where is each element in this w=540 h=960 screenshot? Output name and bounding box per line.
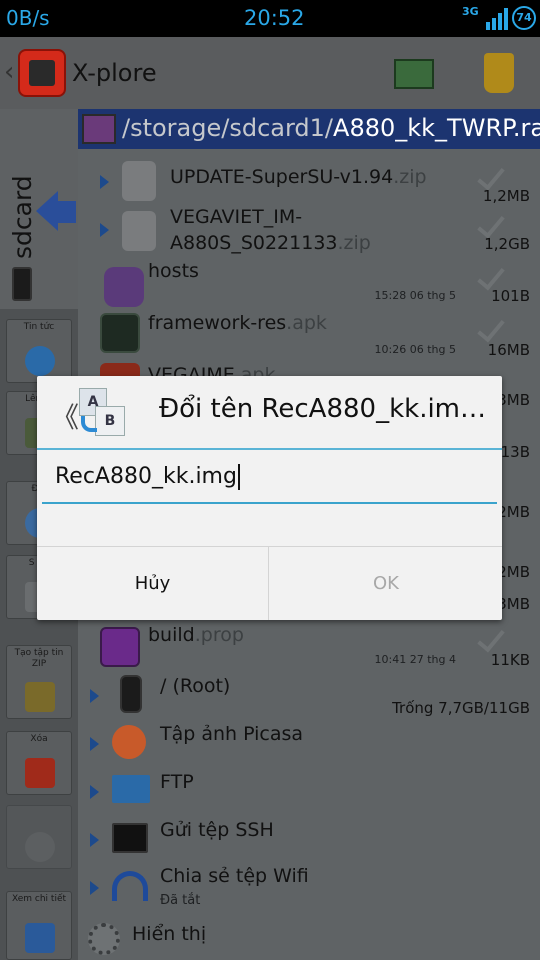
location-root[interactable]: / (Root) Trống 7,7GB/11GB [78, 671, 540, 719]
expand-arrow-icon[interactable] [90, 689, 99, 703]
network-type: 3G [462, 5, 479, 18]
status-bar: 0B/s 20:52 3G 74 [0, 0, 540, 37]
disabled-button [6, 805, 72, 869]
location-picasa[interactable]: Tập ảnh Picasa [78, 719, 540, 767]
list-item[interactable]: UPDATE-SuperSU-v1.94.zip 1,2MB [78, 159, 540, 207]
zip-file-icon [122, 211, 156, 251]
terminal-icon [112, 823, 148, 853]
expand-arrow-icon[interactable] [100, 223, 109, 237]
signal-icon [486, 8, 510, 30]
expand-arrow-icon[interactable] [90, 833, 99, 847]
list-item[interactable]: hosts 15:28 06 thg 5 101B [78, 259, 540, 309]
expand-arrow-icon[interactable] [90, 737, 99, 751]
expand-arrow-icon[interactable] [100, 175, 109, 189]
beer-mug-icon[interactable] [484, 53, 514, 93]
check-icon[interactable] [477, 313, 505, 343]
zip-file-icon [122, 161, 156, 201]
question-icon [25, 923, 55, 953]
list-item[interactable]: build.prop 10:41 27 thg 4 11KB [78, 621, 540, 671]
gear-icon [88, 923, 120, 955]
path-text: /storage/sdcard1/A880_kk_TWRP.rar [122, 114, 540, 142]
list-item[interactable]: framework-res.apk 10:26 06 thg 5 16MB [78, 309, 540, 361]
dialog-header: 《 A B Đổi tên RecA880_kk.im… [37, 376, 502, 450]
cancel-button[interactable]: Hủy [37, 547, 269, 620]
phone-icon [12, 267, 32, 301]
disabled-icon [25, 832, 55, 862]
rename-dialog: 《 A B Đổi tên RecA880_kk.im… RecA880_kk.… [37, 376, 502, 620]
app-logo-icon[interactable] [18, 49, 66, 97]
arrow-left-icon [36, 191, 58, 231]
puzzle-icon [104, 267, 144, 307]
rar-archive-icon [82, 114, 116, 144]
dialog-buttons: Hủy OK [37, 546, 502, 620]
trash-icon [25, 758, 55, 788]
computer-icon [112, 775, 150, 803]
zip-icon [25, 682, 55, 712]
location-ssh[interactable]: Gửi tệp SSH [78, 815, 540, 863]
list-item[interactable]: VEGAVIET_IM- A880S_S0221133.zip 1,2GB [78, 205, 540, 259]
details-button[interactable]: Xem chi tiết [6, 891, 72, 960]
location-ftp[interactable]: FTP [78, 767, 540, 815]
phone-icon [120, 675, 142, 713]
sdcard-tab-label: sdcard [8, 175, 37, 259]
info-icon [25, 346, 55, 376]
dialog-back-icon[interactable]: 《 [51, 396, 79, 436]
clock: 20:52 [244, 6, 305, 30]
news-button[interactable]: Tin tức [6, 319, 72, 383]
filename-input[interactable]: RecA880_kk.img [42, 464, 497, 504]
back-chevron-icon[interactable]: ‹ [4, 57, 14, 87]
prop-file-icon [100, 627, 140, 667]
wifi-icon [112, 871, 148, 901]
ok-button[interactable]: OK [270, 547, 502, 620]
rename-ab-icon: A B [79, 388, 127, 438]
expand-arrow-icon[interactable] [90, 785, 99, 799]
app-title: X-plore [72, 59, 157, 87]
expand-arrow-icon[interactable] [90, 881, 99, 895]
create-zip-button[interactable]: Tạo tập tin ZIP [6, 645, 72, 719]
check-icon[interactable] [477, 623, 505, 653]
battery-icon: 74 [512, 6, 536, 30]
sdcard-tab[interactable]: sdcard [0, 109, 78, 309]
network-computer-icon[interactable] [394, 59, 434, 89]
delete-button[interactable]: Xóa [6, 731, 72, 795]
text-caret [237, 464, 240, 490]
path-bar[interactable]: /storage/sdcard1/A880_kk_TWRP.rar [78, 109, 540, 149]
picasa-icon [112, 725, 146, 759]
location-display[interactable]: Hiển thị [78, 917, 540, 960]
action-bar: ‹ X-plore [0, 37, 540, 109]
network-speed: 0B/s [6, 6, 50, 30]
android-app-icon [100, 313, 140, 353]
dialog-title: Đổi tên RecA880_kk.im… [159, 394, 487, 424]
location-wifi-share[interactable]: Chia sẻ tệp Wifi Đã tắt [78, 863, 540, 913]
